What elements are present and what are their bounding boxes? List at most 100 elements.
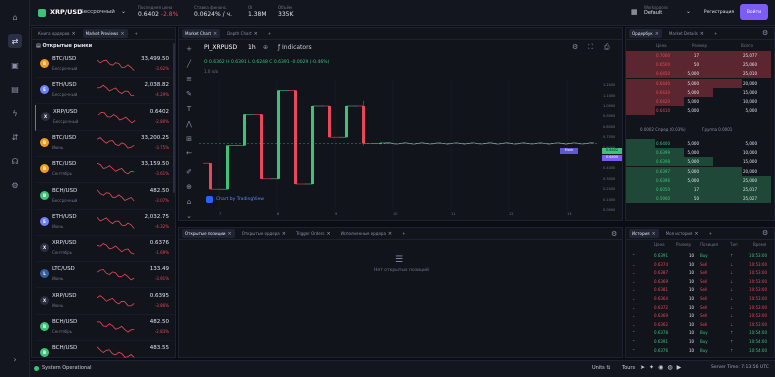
wallet-icon[interactable]: ▣ [8, 58, 22, 72]
tab-my-history[interactable]: Моя история × [663, 229, 702, 238]
bid-row[interactable]: 0.5900 50 25,027 [626, 194, 771, 204]
zoom-icon[interactable]: ⊕ [184, 182, 194, 192]
market-row[interactable]: X XRP/USD Бессрочный 0.6402 -2.80% [35, 104, 173, 131]
camera-icon[interactable]: ⎙ [604, 43, 610, 52]
add-tab-icon[interactable]: + [132, 29, 141, 38]
market-row[interactable]: L LTC/USD Июнь 133.49 -3.91% [35, 262, 173, 289]
social-links[interactable]: ➤✦◉◍▶ [640, 364, 685, 371]
bid-row[interactable]: 0.6397 5,000 20,000 [626, 166, 771, 176]
back-arrow-icon[interactable]: ← [184, 148, 194, 158]
tab-market-details[interactable]: Market Details × [666, 29, 707, 38]
bid-row[interactable]: 0.6050 17 25,017 [626, 185, 771, 194]
flash-icon[interactable]: ϟ [8, 106, 22, 120]
expand-icon[interactable]: › [8, 352, 22, 366]
ask-row[interactable]: 0.6420 5,000 10,000 [626, 97, 771, 106]
tab-orderbook[interactable]: Книга ордеров × [35, 29, 79, 38]
chevron-down-icon[interactable]: ⌄ [184, 211, 194, 221]
bid-row[interactable]: 0.6396 5,000 25,000 [626, 175, 771, 185]
login-button[interactable]: Войти [740, 4, 768, 20]
trade-row[interactable]: ⌃ 0.6376 10 Buy ⇡ 10:54:00 [626, 346, 771, 355]
units-button[interactable]: Units ⇅ [592, 365, 611, 371]
tab-open-orders[interactable]: Открытые ордера × [239, 229, 289, 238]
tab-orderbook[interactable]: Ордербук × [629, 29, 662, 38]
ask-row[interactable]: 0.6410 5,000 5,000 [626, 106, 771, 116]
ask-row[interactable]: 0.7000 17 25,077 [626, 51, 771, 60]
interval-selector[interactable]: 1h [248, 44, 256, 51]
grouping-selector[interactable]: Группа 0.0001 [702, 127, 732, 132]
chart-icon[interactable]: ▤ [8, 82, 22, 96]
trendline-icon[interactable]: ╱ [184, 59, 194, 69]
market-row[interactable]: B BCH/USD Сентябрь 482.50 -2.83% [35, 315, 173, 341]
indicators-button[interactable]: ƒ Indicators [278, 44, 312, 51]
trade-row[interactable]: ⌃ 0.6391 10 Buy ⇡ 10:54:00 [626, 337, 771, 346]
text-icon[interactable]: T [184, 104, 194, 114]
chevron-down-icon[interactable]: ⌄ [686, 8, 691, 15]
market-row[interactable]: B BTC/USD Сентябрь 33,159.50 -3.61% [35, 157, 173, 184]
fib-icon[interactable]: ≡ [184, 74, 194, 84]
tab-market-previews[interactable]: Market Previews × [82, 29, 128, 38]
trade-row[interactable]: ⌄ 0.6374 10 Sell ⇣ 10:53:00 [626, 260, 771, 269]
tab-trade-history[interactable]: История × [629, 229, 659, 238]
ask-row[interactable]: 0.6430 5,000 15,000 [626, 87, 771, 97]
tab-trigger-orders[interactable]: Trigger Orders × [293, 229, 334, 238]
gear-icon[interactable]: ⚙ [611, 230, 617, 238]
measure-icon[interactable]: ⊞ [184, 134, 194, 144]
crosshair-icon[interactable]: + [184, 44, 194, 54]
pattern-icon[interactable]: ⋀ [184, 119, 194, 129]
register-button[interactable]: Регистрация [700, 6, 738, 19]
chevron-down-icon[interactable]: ⌄ [121, 8, 126, 15]
gear-icon[interactable]: ⚙ [762, 229, 768, 237]
trade-icon[interactable]: ⇄ [8, 34, 22, 48]
candlestick-chart[interactable] [199, 80, 599, 210]
time-axis[interactable]: 7 8 9 10 11 12 13 [199, 212, 599, 220]
scrollbar[interactable] [173, 43, 175, 193]
exchange-label[interactable]: Бессрочный [80, 9, 115, 15]
trade-row[interactable]: ⌄ 0.6362 10 Sell ⇣ 10:53:00 [626, 320, 771, 329]
bid-row[interactable]: 0.6399 5,000 10,000 [626, 148, 771, 158]
brush-icon[interactable]: ✎ [184, 89, 194, 99]
fullscreen-icon[interactable]: ⛶ [588, 43, 593, 52]
add-tab-icon[interactable]: + [706, 229, 715, 238]
lock-icon[interactable]: ⌂ [184, 197, 194, 207]
trade-row[interactable]: ⌄ 0.6387 10 Sell ⇣ 10:53:00 [626, 268, 771, 277]
trade-row[interactable]: ⌄ 0.6364 10 Sell ⇣ 10:53:00 [626, 294, 771, 303]
bid-row[interactable]: 0.6398 5,000 15,000 [626, 157, 771, 167]
gear-icon[interactable]: ⚙ [762, 29, 768, 37]
support-icon[interactable]: ☊ [8, 154, 22, 168]
ruler-icon[interactable]: ✐ [184, 167, 194, 177]
tab-open-positions[interactable]: Открытые позиции × [182, 229, 235, 238]
workspace-icon[interactable]: ▦ [631, 8, 639, 16]
ask-row[interactable]: 0.6440 5,000 20,000 [626, 78, 771, 88]
settings-icon[interactable]: ⚙ [8, 178, 22, 192]
trade-row[interactable]: ⌄ 0.6372 10 Sell ⇣ 10:53:00 [626, 303, 771, 312]
tab-depth-chart[interactable]: Depth Chart × [224, 29, 261, 38]
ask-row[interactable]: 0.6500 50 25,060 [626, 60, 771, 70]
market-row[interactable]: X XRP/USD Сентябрь 0.6376 -1.69% [35, 236, 173, 263]
trade-row[interactable]: ⌄ 0.6381 10 Sell ⇣ 10:53:00 [626, 285, 771, 294]
trade-row[interactable]: ⌃ 0.6391 10 Buy ⇡ 10:53:00 [626, 251, 771, 260]
add-tab-icon[interactable]: + [399, 229, 408, 238]
compare-icon[interactable]: ⊕ [263, 44, 268, 51]
market-row[interactable]: X XRP/USD Июнь 0.6395 -3.86% [35, 289, 173, 315]
tradingview-attribution[interactable]: Chart by TradingView [206, 196, 264, 203]
trade-row[interactable]: ⌄ 0.6369 10 Sell ⇣ 10:53:00 [626, 311, 771, 320]
home-icon[interactable]: ⌂ [8, 10, 22, 24]
tab-market-chart[interactable]: Market Chart × [182, 29, 221, 38]
ask-row[interactable]: 0.6450 5,000 25,010 [626, 69, 771, 79]
pair-title[interactable]: XRP/USD [50, 8, 83, 16]
add-tab-icon[interactable]: + [711, 29, 720, 38]
chart-symbol[interactable]: PI_XRPUSD [204, 44, 237, 51]
market-row[interactable]: B BTC/USD Бессрочный 33,499.50 -3.62% [35, 52, 173, 78]
trade-row[interactable]: ⌄ 0.6369 10 Sell ⇣ 10:53:00 [626, 277, 771, 286]
trade-row[interactable]: ⌃ 0.6378 10 Buy ⇡ 10:54:00 [626, 328, 771, 337]
transfer-icon[interactable]: ⇵ [8, 130, 22, 144]
market-row[interactable]: B BCH/USD Бессрочный 482.50 -3.07% [35, 184, 173, 210]
price-axis[interactable]: 1.20001.10001.00000.90000.80000.70000.60… [601, 80, 623, 212]
tab-filled-orders[interactable]: Исполненные ордера × [338, 229, 395, 238]
market-row[interactable]: E ETH/USD Бессрочный 2,038.82 -4.29% [35, 78, 173, 105]
bid-row[interactable]: 0.6400 5,000 5,000 [626, 139, 771, 148]
workspace-selector[interactable]: Workspaces Default [644, 5, 668, 16]
add-tab-icon[interactable]: + [265, 29, 274, 38]
market-row[interactable]: B BTC/USD Июнь 33,200.25 -3.75% [35, 131, 173, 157]
tours-button[interactable]: Tours [622, 365, 635, 371]
